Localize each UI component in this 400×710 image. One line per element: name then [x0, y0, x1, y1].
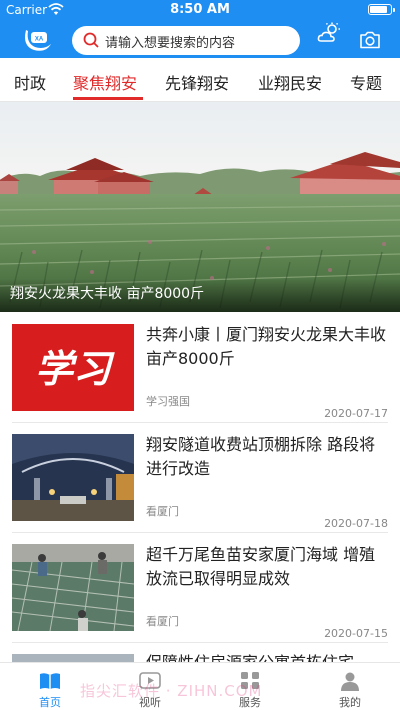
news-title: 翔安隧道收费站顶棚拆除 路段将进行改造 — [146, 435, 376, 478]
news-source: 看厦门 — [146, 615, 179, 628]
hero-banner[interactable]: 翔安火龙果大丰收 亩产8000斤 — [0, 102, 400, 312]
clock: 8:50 AM — [170, 2, 230, 17]
tab-shizheng[interactable]: 时政 — [14, 70, 46, 94]
news-date: 2020-07-18 — [324, 517, 388, 530]
nav-label: 我的 — [339, 696, 361, 709]
news-title: 保障性住房源家公寓首栋住宅 — [146, 651, 386, 662]
category-tabs: 时政 聚焦翔安 先锋翔安 业翔民安 专题 — [0, 58, 400, 102]
news-item[interactable]: 学习 共奔小康丨厦门翔安火龙果大丰收 亩产8000斤 学习强国 2020-07-… — [0, 313, 400, 423]
thumbnail-text: 学习 — [35, 346, 115, 391]
tab-pioneer-xiangan[interactable]: 先锋翔安 — [165, 70, 229, 94]
news-thumbnail: 学习 — [12, 324, 134, 411]
tab-livelihood[interactable]: 业翔民安 — [258, 70, 322, 94]
news-item[interactable]: 保障性住房源家公寓首栋住宅 — [0, 643, 400, 662]
svg-text:XA: XA — [35, 37, 44, 43]
news-thumbnail — [12, 654, 134, 662]
nav-profile[interactable]: 我的 — [300, 663, 400, 710]
app-logo[interactable]: XA — [20, 24, 54, 54]
news-source: 学习强国 — [146, 395, 190, 408]
news-title: 共奔小康丨厦门翔安火龙果大丰收 亩产8000斤 — [146, 325, 387, 368]
tab-special[interactable]: 专题 — [350, 70, 382, 94]
book-icon — [40, 673, 60, 689]
weather-icon[interactable] — [317, 22, 341, 44]
news-date: 2020-07-15 — [324, 627, 388, 640]
news-thumbnail — [12, 434, 134, 521]
search-placeholder: 请输入想要搜索的内容 — [105, 36, 236, 51]
status-bar: Carrier 8:50 AM — [0, 0, 400, 20]
search-icon — [83, 32, 99, 48]
search-input[interactable]: 请输入想要搜索的内容 — [72, 26, 300, 55]
news-item[interactable]: 超千万尾鱼苗安家厦门海域 增殖放流已取得明显成效 看厦门 2020-07-15 — [0, 533, 400, 643]
camera-icon[interactable] — [359, 31, 381, 49]
news-thumbnail — [12, 544, 134, 631]
news-title: 超千万尾鱼苗安家厦门海域 增殖放流已取得明显成效 — [146, 545, 376, 588]
watermark: 指尖汇软件 · ZIHN.COM — [80, 682, 263, 700]
profile-icon — [341, 672, 359, 691]
top-header: Carrier 8:50 AM XA 请输入想要搜索的内容 — [0, 0, 400, 58]
hero-caption: 翔安火龙果大丰收 亩产8000斤 — [10, 286, 205, 302]
active-tab-indicator — [73, 97, 143, 100]
news-source: 看厦门 — [146, 505, 179, 518]
tab-focus-xiangan[interactable]: 聚焦翔安 — [73, 70, 137, 94]
news-item[interactable]: 翔安隧道收费站顶棚拆除 路段将进行改造 看厦门 2020-07-18 — [0, 423, 400, 533]
battery-icon — [368, 4, 395, 15]
news-date: 2020-07-17 — [324, 407, 388, 420]
